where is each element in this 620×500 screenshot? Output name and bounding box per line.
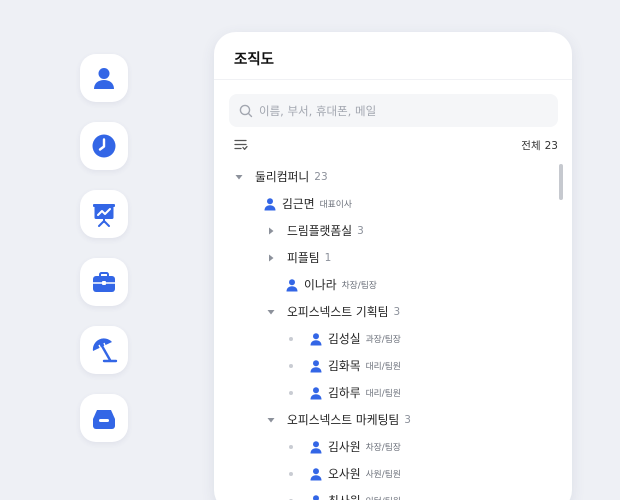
person-icon [313, 494, 319, 500]
sidebar-item-clock[interactable] [80, 122, 128, 170]
caret-down-icon[interactable] [267, 416, 275, 424]
member-name: 오사원 [328, 467, 361, 481]
node-label: 오피스넥스트 기획팀 [287, 305, 389, 319]
member-name: 김성실 [328, 332, 361, 346]
member-name: 김화목 [328, 359, 361, 373]
node-label: 오피스넥스트 마케팅팀 [287, 413, 400, 427]
node-count: 3 [404, 413, 411, 426]
person-icon [310, 332, 322, 345]
sidebar-item-inbox[interactable] [80, 394, 128, 442]
search-icon [239, 104, 253, 117]
member-role: 대리/팀원 [365, 362, 401, 372]
inbox-icon [93, 410, 115, 429]
member-role: 과장/팀장 [365, 335, 401, 345]
node-count: 23 [314, 170, 328, 183]
node-count: 3 [393, 305, 401, 318]
tree-member[interactable]: 오사원 사원/팀원 [214, 460, 554, 487]
caret-right-icon[interactable] [267, 254, 275, 262]
caret-down-icon[interactable] [267, 308, 275, 316]
node-label: 피플팀 [287, 251, 320, 265]
member-name: 김하루 [328, 386, 361, 400]
tree-member[interactable]: 이나라 차장/팀장 [214, 271, 554, 298]
tree-member-ceo[interactable]: 김근면 대표이사 [214, 190, 554, 217]
member-name: 김근면 [282, 197, 315, 211]
tree-member[interactable]: 김하루 대리/팀원 [214, 379, 554, 406]
presentation-chart-icon [93, 204, 115, 227]
member-role: 인턴/팀원 [366, 494, 401, 500]
panel-title: 조직도 [214, 32, 572, 80]
tree-node-dept[interactable]: 피플팀 1 [214, 244, 554, 271]
person-icon [94, 68, 114, 89]
node-count: 3 [357, 224, 364, 237]
sidebar-item-briefcase[interactable] [80, 258, 128, 306]
sidebar-item-vacation[interactable] [80, 326, 128, 374]
person-icon [264, 197, 276, 210]
bullet-dot [289, 390, 293, 395]
member-name: 김사원 [328, 440, 361, 454]
search-box[interactable] [229, 94, 558, 127]
bullet-dot [289, 444, 293, 449]
tree-toolbar: 전체 23 [234, 135, 558, 155]
bullet-dot [289, 336, 293, 341]
person-icon [310, 467, 322, 480]
person-icon [310, 359, 322, 372]
bullet-dot [289, 363, 293, 368]
node-label: 둘리컴퍼니 [255, 170, 310, 184]
total-number: 23 [544, 139, 558, 152]
search-input[interactable] [259, 103, 549, 118]
org-tree: 둘리컴퍼니 23 김근면 대표이사 드림플랫폼실 3 피플팀 1 이나라 차장/… [214, 163, 554, 500]
clock-icon [92, 134, 116, 158]
sidebar-item-person[interactable] [80, 54, 128, 102]
briefcase-icon [93, 272, 115, 292]
tree-member[interactable]: 최사원 인턴/팀원 [214, 487, 554, 500]
member-role: 차장/팀장 [365, 443, 401, 453]
person-icon [310, 440, 322, 453]
total-count: 전체 23 [521, 138, 558, 153]
node-count: 1 [324, 251, 332, 264]
member-role: 사원/팀원 [365, 470, 401, 480]
caret-down-icon[interactable] [235, 173, 243, 181]
filter-list-icon[interactable] [234, 138, 248, 152]
member-role: 차장/팀장 [341, 281, 377, 291]
member-role: 대표이사 [319, 200, 352, 210]
tree-node-dept[interactable]: 오피스넥스트 기획팀 3 [214, 298, 554, 325]
person-icon [286, 278, 298, 291]
tree-node-dept[interactable]: 드림플랫폼실 3 [214, 217, 554, 244]
sidebar-item-presentation[interactable] [80, 190, 128, 238]
sidebar-rail [80, 54, 128, 462]
person-icon [310, 386, 322, 399]
caret-right-icon[interactable] [267, 227, 275, 235]
member-name: 이나라 [304, 278, 337, 292]
beach-umbrella-icon [92, 338, 118, 363]
tree-member[interactable]: 김사원 차장/팀장 [214, 433, 554, 460]
total-label: 전체 [521, 139, 541, 152]
tree-member[interactable]: 김성실 과장/팀장 [214, 325, 554, 352]
member-role: 대리/팀원 [365, 389, 401, 399]
tree-node-dept[interactable]: 오피스넥스트 마케팅팀 3 [214, 406, 554, 433]
org-chart-panel: 조직도 전체23 둘리컴퍼니 23 김근면 대표이사 [214, 32, 572, 500]
node-label: 드림플랫폼실 [287, 224, 353, 238]
bullet-dot [289, 471, 293, 476]
scrollbar-thumb[interactable] [559, 164, 563, 200]
tree-node-root[interactable]: 둘리컴퍼니 23 [214, 163, 554, 190]
member-name: 최사원 [328, 492, 361, 500]
tree-member[interactable]: 김화목 대리/팀원 [214, 352, 554, 379]
